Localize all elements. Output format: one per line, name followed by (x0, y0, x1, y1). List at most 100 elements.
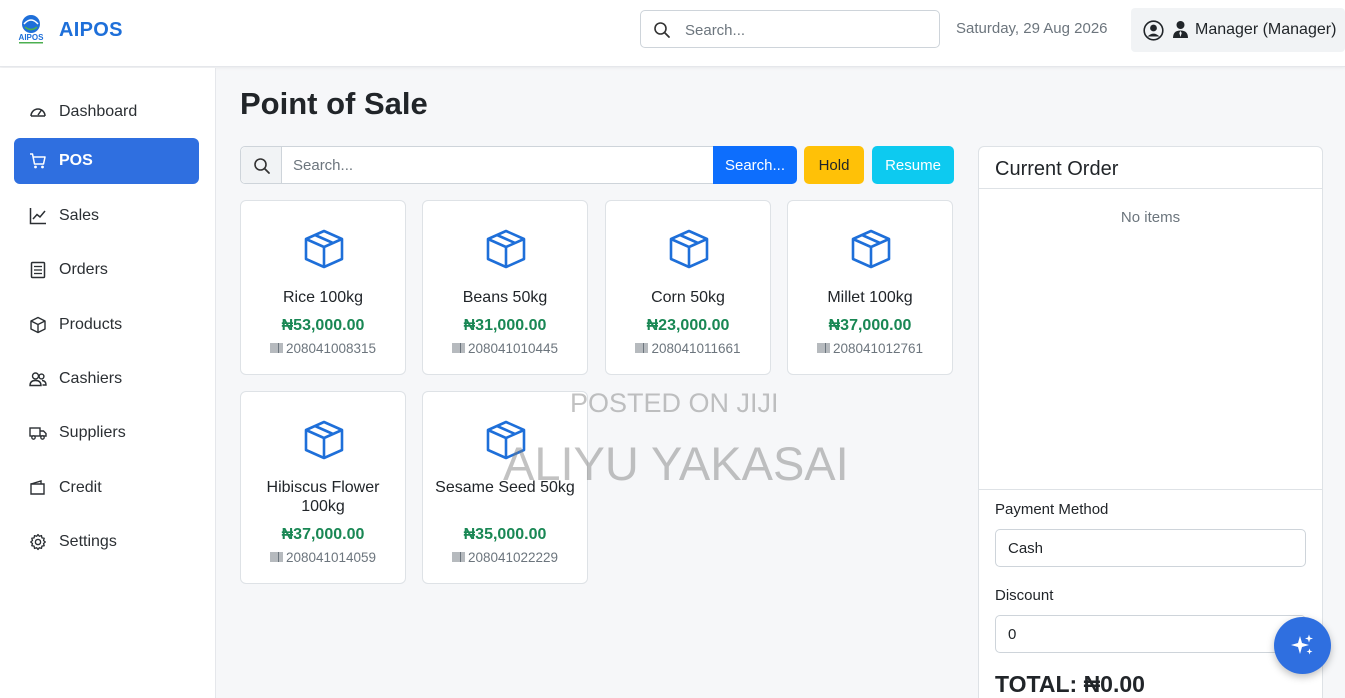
logo-text: AIPOS (19, 33, 45, 42)
sidebar-item-settings[interactable]: Settings (14, 519, 199, 565)
sidebar-item-label: POS (59, 152, 93, 169)
barcode-number: 208041010445 (467, 341, 559, 356)
sidebar-item-label: Settings (59, 533, 117, 550)
resume-button[interactable]: Resume (872, 146, 954, 184)
box-icon (30, 316, 46, 334)
product-name: Hibiscus Flower 100kg (266, 479, 380, 515)
barcode-number: 208041012761 (832, 341, 924, 356)
product-name: Corn 50kg (651, 289, 725, 306)
receipt-icon (30, 261, 46, 279)
product-barcode: 208041022229 (423, 550, 587, 565)
product-name: Rice 100kg (282, 289, 364, 306)
search-button[interactable]: Search... (713, 146, 797, 184)
order-total: TOTAL: ₦0.00 (995, 671, 1145, 697)
product-barcode: 208041012761 (788, 341, 952, 356)
sidebar-item-label: Orders (59, 261, 108, 278)
empty-order-text: No items (1120, 209, 1181, 226)
product-name: Sesame Seed 50kg (435, 479, 575, 496)
brand-name[interactable]: AIPOS (59, 19, 123, 42)
payment-method-label: Payment Method (995, 501, 1109, 518)
sidebar-item-label: Cashiers (59, 370, 123, 387)
barcode-icon (817, 343, 830, 353)
box-icon (669, 229, 709, 269)
box-icon (851, 229, 891, 269)
user-tie-icon (1173, 21, 1188, 38)
product-price: ₦23,000.00 (646, 317, 730, 334)
product-barcode: 208041014059 (241, 550, 405, 565)
gauge-icon (30, 108, 46, 117)
order-header: Current Order (979, 147, 1322, 189)
barcode-icon (270, 343, 283, 353)
barcode-icon (270, 552, 283, 562)
product-card[interactable]: Hibiscus Flower 100kg ₦37,000.00 2080410… (240, 391, 406, 584)
sidebar-item-sales[interactable]: Sales (14, 193, 199, 239)
user-menu[interactable]: Manager (Manager) (1131, 8, 1345, 52)
product-name: Millet 100kg (827, 289, 913, 306)
hold-button[interactable]: Hold (804, 146, 864, 184)
box-icon (304, 229, 344, 269)
barcode-icon (452, 552, 465, 562)
sidebar-item-label: Credit (59, 479, 102, 496)
page-title: Point of Sale (240, 86, 428, 121)
sidebar-item-pos[interactable]: POS (14, 138, 199, 184)
sidebar-item-label: Sales (59, 207, 100, 224)
product-card[interactable]: Millet 100kg ₦37,000.00 208041012761 (787, 200, 953, 375)
wallet-icon (30, 480, 45, 495)
product-price: ₦31,000.00 (463, 317, 547, 334)
user-name: Manager (Manager) (1195, 21, 1337, 38)
sidebar-item-suppliers[interactable]: Suppliers (14, 410, 199, 456)
barcode-number: 208041011661 (651, 341, 741, 356)
global-search-input[interactable] (685, 19, 925, 41)
sidebar-item-products[interactable]: Products (14, 302, 199, 348)
product-card[interactable]: Corn 50kg ₦23,000.00 208041011661 (605, 200, 771, 375)
product-barcode: 208041011661 (606, 341, 770, 356)
current-date: Saturday, 29 Aug 2026 (956, 20, 1108, 37)
product-card[interactable]: Beans 50kg ₦31,000.00 208041010445 (422, 200, 588, 375)
product-price: ₦35,000.00 (463, 526, 547, 543)
barcode-number: 208041008315 (285, 341, 377, 356)
product-price: ₦37,000.00 (281, 526, 365, 543)
gear-icon (30, 533, 46, 551)
barcode-number: 208041014059 (285, 550, 377, 565)
aipos-logo[interactable]: AIPOS (14, 13, 48, 45)
product-barcode: 208041008315 (241, 341, 405, 356)
current-order-panel: Current Order No items Payment Method Ca… (978, 146, 1323, 698)
order-title: Current Order (995, 158, 1119, 180)
barcode-number: 208041022229 (467, 550, 559, 565)
box-icon (486, 229, 526, 269)
ai-assistant-button[interactable] (1274, 617, 1331, 674)
people-icon (29, 372, 47, 387)
product-search-input[interactable] (293, 155, 693, 175)
search-addon (241, 147, 282, 183)
product-card[interactable]: Rice 100kg ₦53,000.00 208041008315 (240, 200, 406, 375)
box-icon (304, 420, 344, 460)
sidebar-item-label: Dashboard (59, 103, 138, 120)
barcode-icon (635, 343, 648, 353)
product-price: ₦37,000.00 (828, 317, 912, 334)
product-price: ₦53,000.00 (281, 317, 365, 334)
sparkle-icon (1291, 634, 1313, 655)
watermark-line1: POSTED ON JIJI (570, 388, 779, 418)
sidebar-item-cashiers[interactable]: Cashiers (14, 356, 199, 402)
payment-method-select[interactable]: Cash (995, 529, 1306, 567)
product-name: Beans 50kg (462, 289, 548, 306)
sidebar-item-dashboard[interactable]: Dashboard (14, 89, 199, 135)
chart-line-icon (29, 208, 46, 225)
product-card[interactable]: Sesame Seed 50kg ₦35,000.00 208041022229 (422, 391, 588, 584)
search-icon (654, 22, 670, 38)
product-barcode: 208041010445 (423, 341, 587, 356)
discount-label: Discount (995, 587, 1054, 604)
sidebar-item-label: Products (59, 316, 123, 333)
sidebar-item-label: Suppliers (59, 424, 126, 441)
product-search[interactable] (240, 146, 714, 184)
truck-icon (29, 427, 47, 440)
sidebar-item-orders[interactable]: Orders (14, 247, 199, 293)
global-search[interactable] (640, 10, 940, 48)
user-circle-icon (1143, 20, 1164, 41)
sidebar-item-credit[interactable]: Credit (14, 465, 199, 511)
box-icon (486, 420, 526, 460)
discount-input[interactable]: 0 (995, 615, 1306, 653)
cart-icon (30, 153, 46, 169)
barcode-icon (452, 343, 465, 353)
search-icon (254, 158, 270, 174)
